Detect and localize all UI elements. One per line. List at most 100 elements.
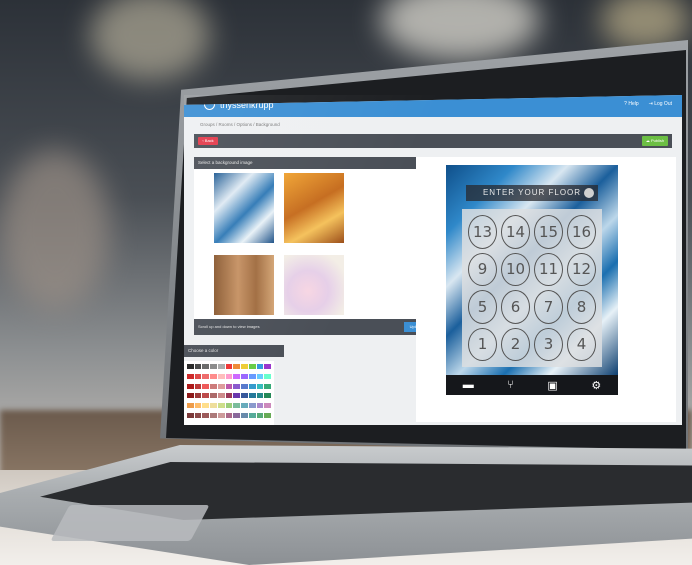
color-swatch[interactable] bbox=[225, 373, 233, 379]
color-swatch[interactable] bbox=[233, 413, 241, 419]
color-swatch[interactable] bbox=[248, 373, 256, 379]
gear-icon[interactable]: ⚙ bbox=[591, 379, 601, 392]
floor-key[interactable]: 7 bbox=[534, 290, 563, 324]
chair-icon[interactable]: ⑂ bbox=[507, 379, 514, 391]
color-swatch[interactable] bbox=[210, 403, 217, 409]
color-swatch[interactable] bbox=[210, 393, 217, 399]
floor-key[interactable]: 9 bbox=[468, 252, 497, 286]
color-swatch[interactable] bbox=[264, 373, 271, 379]
background-thumb-pastel[interactable] bbox=[284, 255, 344, 315]
floor-key[interactable]: 8 bbox=[567, 290, 596, 324]
color-swatch[interactable] bbox=[233, 393, 241, 399]
color-swatch[interactable] bbox=[233, 383, 241, 389]
floor-key[interactable]: 13 bbox=[468, 215, 497, 249]
color-swatch[interactable] bbox=[233, 373, 241, 379]
color-swatch[interactable] bbox=[217, 413, 225, 419]
floor-key[interactable]: 11 bbox=[534, 252, 563, 286]
color-swatch[interactable] bbox=[194, 383, 202, 389]
color-swatch[interactable] bbox=[194, 393, 202, 399]
color-swatch[interactable] bbox=[256, 403, 264, 409]
logout-link[interactable]: ⇥ Log Out bbox=[649, 101, 672, 107]
color-swatch[interactable] bbox=[241, 403, 248, 409]
color-swatch[interactable] bbox=[233, 364, 241, 369]
color-swatch[interactable] bbox=[202, 393, 210, 399]
floor-key[interactable]: 6 bbox=[501, 290, 530, 324]
color-swatch[interactable] bbox=[217, 364, 225, 369]
floor-key[interactable]: 4 bbox=[567, 327, 596, 361]
color-swatch[interactable] bbox=[264, 413, 271, 419]
color-swatch[interactable] bbox=[256, 393, 264, 399]
color-swatch[interactable] bbox=[241, 373, 248, 379]
color-swatch[interactable] bbox=[217, 403, 225, 409]
color-swatch[interactable] bbox=[210, 383, 217, 389]
color-swatch[interactable] bbox=[248, 403, 256, 409]
color-swatch[interactable] bbox=[248, 364, 256, 369]
kiosk-preview: ENTER YOUR FLOOR 13 14 15 16 9 10 11 12 … bbox=[416, 157, 676, 422]
color-swatch[interactable] bbox=[187, 413, 194, 419]
floor-key[interactable]: 2 bbox=[501, 327, 530, 361]
color-swatch[interactable] bbox=[202, 403, 210, 409]
color-swatch[interactable] bbox=[225, 393, 233, 399]
floor-key[interactable]: 3 bbox=[534, 327, 563, 361]
keyboard-icon[interactable] bbox=[584, 188, 594, 198]
color-swatch[interactable] bbox=[225, 364, 233, 369]
color-swatch[interactable] bbox=[194, 413, 202, 419]
minus-icon[interactable]: ▬ bbox=[463, 379, 474, 391]
color-swatch[interactable] bbox=[187, 364, 194, 369]
back-button[interactable]: ‹ Back bbox=[198, 137, 218, 145]
color-swatch[interactable] bbox=[241, 413, 248, 419]
floor-key[interactable]: 14 bbox=[501, 215, 530, 249]
help-link[interactable]: ? Help bbox=[624, 101, 638, 107]
color-swatch[interactable] bbox=[194, 373, 202, 379]
color-swatch[interactable] bbox=[264, 393, 271, 399]
color-swatch[interactable] bbox=[264, 383, 271, 389]
color-swatch[interactable] bbox=[202, 413, 210, 419]
color-swatch[interactable] bbox=[210, 364, 217, 369]
color-swatch[interactable] bbox=[187, 383, 194, 389]
color-swatch[interactable] bbox=[202, 373, 210, 379]
floor-prompt: ENTER YOUR FLOOR bbox=[466, 185, 598, 201]
color-swatch[interactable] bbox=[248, 413, 256, 419]
color-swatch[interactable] bbox=[225, 383, 233, 389]
color-swatch[interactable] bbox=[202, 364, 210, 369]
color-swatch[interactable] bbox=[241, 393, 248, 399]
color-swatch[interactable] bbox=[187, 403, 194, 409]
floor-key[interactable]: 12 bbox=[567, 252, 596, 286]
background-thumb-wood[interactable] bbox=[214, 255, 274, 315]
color-swatch[interactable] bbox=[233, 403, 241, 409]
color-swatch[interactable] bbox=[225, 413, 233, 419]
color-swatch[interactable] bbox=[256, 373, 264, 379]
color-swatch[interactable] bbox=[210, 373, 217, 379]
scroll-hint: Scroll up and down to view images bbox=[198, 324, 260, 329]
color-swatch[interactable] bbox=[264, 364, 271, 369]
color-swatch[interactable] bbox=[241, 383, 248, 389]
color-swatch[interactable] bbox=[241, 364, 248, 369]
bokeh-light bbox=[0, 150, 110, 310]
color-swatch[interactable] bbox=[264, 403, 271, 409]
floor-key[interactable]: 15 bbox=[534, 215, 563, 249]
color-swatch[interactable] bbox=[187, 373, 194, 379]
color-swatch[interactable] bbox=[248, 383, 256, 389]
color-swatch[interactable] bbox=[256, 364, 264, 369]
color-swatch[interactable] bbox=[217, 373, 225, 379]
background-thumb-orange[interactable] bbox=[284, 173, 344, 243]
floor-key[interactable]: 5 bbox=[468, 290, 497, 324]
color-swatch[interactable] bbox=[256, 383, 264, 389]
color-swatch[interactable] bbox=[187, 393, 194, 399]
color-swatch[interactable] bbox=[210, 413, 217, 419]
color-swatch[interactable] bbox=[256, 413, 264, 419]
color-swatch[interactable] bbox=[225, 403, 233, 409]
floor-key[interactable]: 16 bbox=[567, 215, 596, 249]
floor-key[interactable]: 10 bbox=[501, 252, 530, 286]
door-icon[interactable]: ▣ bbox=[547, 379, 557, 392]
color-swatch-grid[interactable] bbox=[184, 361, 274, 425]
background-thumb-blue[interactable] bbox=[214, 173, 274, 243]
color-swatch[interactable] bbox=[194, 403, 202, 409]
color-swatch[interactable] bbox=[217, 393, 225, 399]
color-swatch[interactable] bbox=[194, 364, 202, 369]
color-swatch[interactable] bbox=[248, 393, 256, 399]
color-swatch[interactable] bbox=[202, 383, 210, 389]
publish-button[interactable]: ☁ Publish bbox=[642, 136, 668, 146]
color-swatch[interactable] bbox=[217, 383, 225, 389]
floor-key[interactable]: 1 bbox=[468, 327, 497, 361]
